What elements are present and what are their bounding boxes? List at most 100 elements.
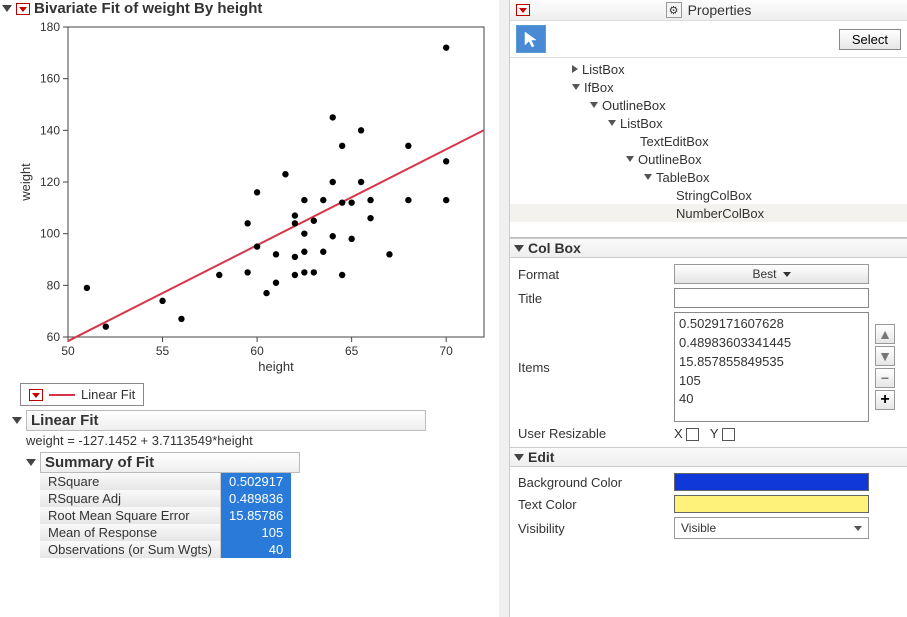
tree-item[interactable]: IfBox <box>510 78 907 96</box>
user-resizable-y-checkbox[interactable] <box>722 428 735 441</box>
tree-item-label: ListBox <box>582 62 625 77</box>
svg-text:55: 55 <box>156 344 170 358</box>
colbox-section-title: Col Box <box>528 240 581 256</box>
user-resizable-controls: X Y <box>674 426 869 441</box>
linear-fit-title: Linear Fit <box>26 410 426 431</box>
user-resizable-x-label: X <box>674 426 683 441</box>
format-combo[interactable]: Best <box>674 264 869 284</box>
tree-disclosure-icon[interactable] <box>572 84 580 90</box>
disclosure-icon[interactable] <box>514 245 524 252</box>
scrollbar-vertical[interactable] <box>499 0 509 617</box>
fit-row-value: 0.489836 <box>221 490 292 507</box>
tree-item-label: TextEditBox <box>640 134 709 149</box>
properties-gear-icon[interactable]: ⚙ <box>666 2 682 18</box>
move-down-button[interactable]: ▼ <box>875 346 895 366</box>
visibility-value: Visible <box>681 521 716 535</box>
left-panel: Bivariate Fit of weight By height 60 80 10… <box>0 0 510 617</box>
tree-item[interactable]: ListBox <box>510 60 907 78</box>
disclosure-icon[interactable] <box>26 459 36 466</box>
fit-row-label: Observations (or Sum Wgts) <box>40 541 221 558</box>
tree-item-label: StringColBox <box>676 188 752 203</box>
fit-row-label: Mean of Response <box>40 524 221 541</box>
title-label: Title <box>518 291 668 306</box>
svg-text:180: 180 <box>40 20 60 34</box>
add-button[interactable]: + <box>875 390 895 410</box>
list-item[interactable]: 0.48983603341445 <box>679 334 864 353</box>
svg-text:80: 80 <box>47 278 61 292</box>
svg-text:height: height <box>258 359 294 374</box>
pointer-tool[interactable] <box>516 25 546 53</box>
tree-item-label: ListBox <box>620 116 663 131</box>
svg-text:160: 160 <box>40 72 60 86</box>
table-row: RSquare Adj0.489836 <box>40 490 291 507</box>
select-button[interactable]: Select <box>839 29 901 50</box>
list-item[interactable]: 40 <box>679 390 864 409</box>
user-resizable-y-label: Y <box>710 426 718 441</box>
properties-title: Properties <box>688 2 752 18</box>
red-menu-icon[interactable] <box>16 3 30 15</box>
table-row: RSquare0.502917 <box>40 473 291 490</box>
edit-section-header: Edit <box>510 447 907 467</box>
tree-disclosure-icon[interactable] <box>644 174 652 180</box>
legend-linear-fit[interactable]: Linear Fit <box>20 383 144 406</box>
svg-text:120: 120 <box>40 175 60 189</box>
table-row: Mean of Response105 <box>40 524 291 541</box>
legend-label: Linear Fit <box>81 387 135 402</box>
fit-row-label: RSquare Adj <box>40 490 221 507</box>
tree-item-label: OutlineBox <box>602 98 666 113</box>
summary-title: Summary of Fit <box>40 452 300 473</box>
properties-toolbar: Select <box>510 21 907 58</box>
items-listbox[interactable]: 0.50291716076280.4898360334144515.857855… <box>674 312 869 422</box>
tree-disclosure-icon[interactable] <box>608 120 616 126</box>
text-color-swatch[interactable] <box>674 495 869 513</box>
svg-text:70: 70 <box>440 344 454 358</box>
visibility-label: Visibility <box>518 521 668 536</box>
format-value: Best <box>752 267 776 281</box>
svg-text:100: 100 <box>40 227 60 241</box>
list-item[interactable]: 105 <box>679 372 864 391</box>
tree-item[interactable]: StringColBox <box>510 186 907 204</box>
visibility-combo[interactable]: Visible <box>674 517 869 539</box>
tree-disclosure-icon[interactable] <box>626 156 634 162</box>
tree-item[interactable]: TableBox <box>510 168 907 186</box>
tree-item-label: TableBox <box>656 170 709 185</box>
move-up-button[interactable]: ▲ <box>875 324 895 344</box>
table-row: Observations (or Sum Wgts)40 <box>40 541 291 558</box>
tree-item[interactable]: NumberColBox <box>510 204 907 222</box>
tree-disclosure-icon[interactable] <box>572 65 578 73</box>
tree-item-label: NumberColBox <box>676 206 764 221</box>
bivariate-title: Bivariate Fit of weight By height <box>34 0 262 17</box>
red-menu-icon[interactable] <box>516 4 530 16</box>
list-item[interactable]: 0.5029171607628 <box>679 315 864 334</box>
tree-item[interactable]: OutlineBox <box>510 96 907 114</box>
fit-row-label: Root Mean Square Error <box>40 507 221 524</box>
user-resizable-x-checkbox[interactable] <box>686 428 699 441</box>
fit-row-value: 105 <box>221 524 292 541</box>
disclosure-icon[interactable] <box>2 5 12 12</box>
scatter-chart[interactable]: 60801001201401601805055606570heightweigh… <box>14 17 494 377</box>
summary-table: RSquare0.502917RSquare Adj0.489836Root M… <box>40 473 291 558</box>
items-side-buttons: ▲ ▼ − + <box>875 324 899 410</box>
fit-row-label: RSquare <box>40 473 221 490</box>
user-resizable-label: User Resizable <box>518 426 668 441</box>
linear-fit-outline: Linear Fit weight = -127.1452 + 3.711354… <box>12 410 509 558</box>
tree-disclosure-icon[interactable] <box>590 102 598 108</box>
red-menu-icon[interactable] <box>29 389 43 401</box>
title-input[interactable] <box>674 288 869 308</box>
disclosure-icon[interactable] <box>514 454 524 461</box>
colbox-section-header: Col Box <box>510 238 907 258</box>
bg-color-swatch[interactable] <box>674 473 869 491</box>
display-tree[interactable]: ListBoxIfBoxOutlineBoxListBoxTextEditBox… <box>510 58 907 238</box>
svg-text:60: 60 <box>250 344 264 358</box>
svg-text:60: 60 <box>47 330 61 344</box>
remove-button[interactable]: − <box>875 368 895 388</box>
items-label: Items <box>518 360 668 375</box>
text-color-label: Text Color <box>518 497 668 512</box>
tree-item[interactable]: ListBox <box>510 114 907 132</box>
fit-row-value: 15.85786 <box>221 507 292 524</box>
tree-item[interactable]: TextEditBox <box>510 132 907 150</box>
disclosure-icon[interactable] <box>12 417 22 424</box>
tree-item[interactable]: OutlineBox <box>510 150 907 168</box>
bg-color-label: Background Color <box>518 475 668 490</box>
list-item[interactable]: 15.857855849535 <box>679 353 864 372</box>
